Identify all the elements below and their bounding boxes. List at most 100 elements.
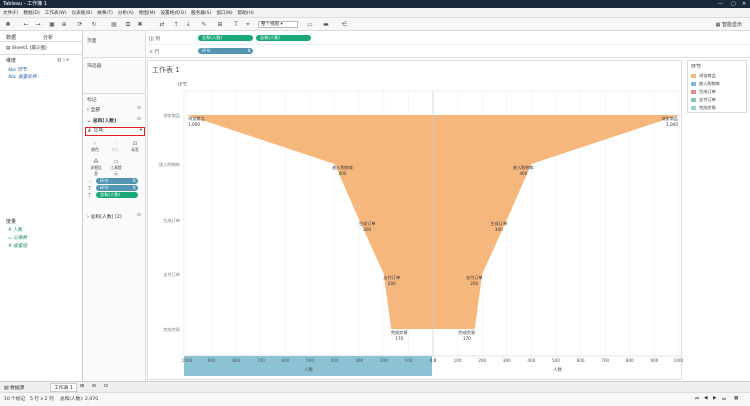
number-type-icon: # — [8, 244, 12, 249]
status-sum: 总和(人数): 2,070 — [60, 397, 99, 402]
label-button[interactable]: ⊡ 标签 — [129, 141, 141, 153]
measure-field[interactable]: # 度量值 — [8, 243, 27, 249]
new-datasource-icon[interactable]: ⊕ — [60, 21, 68, 28]
measure-field[interactable]: = 记录数 — [8, 235, 27, 241]
share-icon[interactable]: ⋲ — [340, 21, 348, 28]
nav-prev-icon[interactable]: ◀ — [704, 396, 708, 401]
color-button[interactable]: ⁘ 颜色 — [89, 141, 101, 153]
database-icon: ▤ — [6, 46, 11, 51]
sort-desc-icon[interactable]: ↓ — [184, 21, 192, 28]
undo-icon[interactable]: ← — [22, 21, 30, 28]
funnel-chart[interactable]: 环节浏览商品放入购物车生成订单支付订单完成交易浏览商品1,000浏览商品1,00… — [148, 61, 683, 381]
detail-button[interactable]: ⁂ 详细信息 — [89, 159, 103, 176]
highlight-icon[interactable]: ✎ — [200, 21, 208, 28]
clear-icon[interactable]: ✖ — [136, 21, 144, 28]
show-me-button[interactable]: ▦ 智能显示 — [716, 21, 742, 28]
menu-item[interactable]: 分析(A) — [118, 10, 134, 16]
nav-next-icon[interactable]: ▶ — [713, 396, 717, 401]
dimension-tools-icon[interactable]: ▥ ⌕ ▾ — [57, 57, 69, 63]
data-label-category: 放入购物车 — [513, 164, 534, 171]
legend-item[interactable]: 支付订单 — [691, 97, 716, 103]
dimension-field[interactable]: Abc 度量名称 — [8, 74, 36, 80]
tooltip-button[interactable]: ▭ 工具提示 — [109, 159, 123, 176]
menu-item[interactable]: 设置格式(O) — [160, 10, 186, 16]
redo-icon[interactable]: → — [34, 21, 42, 28]
columns-pill[interactable]: 总和(人数) — [198, 35, 253, 41]
sort-icon: ⇅ — [132, 185, 136, 190]
marks-card-sum[interactable]: ⌄ 总和(人数) — [87, 117, 116, 124]
data-label-category: 浏览商品 — [661, 115, 678, 122]
menu-item[interactable]: 仪表板(B) — [72, 10, 93, 16]
mark-type-select[interactable]: ◭ 区域 ▾ — [85, 127, 145, 136]
new-sheet-icon[interactable]: ▤ — [110, 21, 118, 28]
legend-item[interactable]: 生成订单 — [691, 89, 716, 95]
datasource-item[interactable]: ▤ Sheet1 (漏斗图) — [6, 45, 47, 51]
grid-view-icon[interactable]: ▦ — [734, 396, 738, 401]
status-bar: 10 个标记 5 行 x 2 列 总和(人数): 2,070 ⏮ ◀ ▶ ⏭ ▦ — [0, 392, 750, 406]
legend-title: 环节 — [691, 64, 702, 70]
minimize-icon[interactable]: — — [718, 0, 723, 8]
x-tick-label-right: 1000 — [674, 358, 683, 363]
mark-pill-label-shelf[interactable]: 环节 ⇅ — [96, 185, 138, 191]
pin-icon[interactable]: ⌖ — [244, 21, 252, 28]
tab-data[interactable]: 数据 — [6, 34, 16, 41]
color-button-label: 颜色 — [91, 147, 99, 152]
x-axis-title-left: 人数 — [304, 366, 313, 373]
dimension-field[interactable]: Abc 环节 — [8, 67, 27, 73]
new-dashboard-icon[interactable]: ⊟ — [92, 384, 96, 389]
menu-item[interactable]: 窗口(N) — [216, 10, 232, 16]
menu-bar: 文件(F) 数据(D) 工作表(W) 仪表板(B) 故事(T) 分析(A) 地图(M) 设置格… — [0, 8, 750, 18]
menu-item[interactable]: 故事(T) — [97, 10, 113, 16]
chevron-right-icon: › — [87, 215, 89, 220]
marks-card-sum-2[interactable]: › 总和(人数) (2) — [87, 213, 122, 220]
mark-pill-color[interactable]: 环节 ⇅ — [96, 178, 138, 184]
maximize-icon[interactable]: ▢ — [731, 0, 736, 8]
presentation-icon[interactable]: ▭ — [306, 21, 314, 28]
menu-item[interactable]: 帮助(H) — [238, 10, 254, 16]
sheet-tab[interactable]: 工作表 1 — [50, 383, 77, 392]
nav-first-icon[interactable]: ⏮ — [695, 396, 699, 402]
datasource-tab[interactable]: ▤ 数据源 — [4, 384, 24, 391]
measure-field[interactable]: # 人数 — [8, 227, 23, 233]
rows-pill[interactable]: 环节 ⇅ — [198, 48, 253, 54]
worksheet-view[interactable]: 工作表 1 环节 浏览商品 放入购物车 生成订单 支付订单 完成交易 浏览商品 1,000 浏览… — [147, 60, 683, 381]
size-button[interactable]: ◦ 大小 — [109, 141, 121, 153]
nav-last-icon[interactable]: ⏭ — [722, 396, 726, 402]
duplicate-icon[interactable]: ⧉ — [124, 21, 132, 28]
tooltip-icon[interactable]: ▬ — [322, 21, 330, 28]
close-icon[interactable]: ✕ — [742, 0, 746, 8]
data-label-category: 完成交易 — [391, 329, 408, 336]
measure-label: 记录数 — [13, 236, 28, 241]
pages-card-title: 页面 — [87, 39, 97, 44]
measure-label: 人数 — [13, 228, 23, 233]
tableau-logo-icon[interactable]: ✱ — [4, 21, 12, 28]
menu-item[interactable]: 工作表(W) — [45, 10, 67, 16]
pause-icon[interactable]: ⟳ — [76, 21, 84, 28]
mark-pill-measure[interactable]: 总和(人数) — [96, 192, 138, 198]
save-icon[interactable]: ▣ — [48, 21, 56, 28]
legend-item[interactable]: 放入购物车 — [691, 81, 720, 87]
label-icon[interactable]: T — [232, 21, 240, 28]
menu-item[interactable]: 文件(F) — [3, 10, 18, 16]
marks-all-row[interactable]: › 全部 — [87, 106, 100, 113]
sort-asc-icon[interactable]: ↑ — [172, 21, 180, 28]
menu-item[interactable]: 服务器(S) — [191, 10, 211, 16]
new-story-icon[interactable]: ⊡ — [104, 384, 108, 389]
view-size-select[interactable]: 整个视图 ▾ — [258, 21, 298, 28]
tab-analysis[interactable]: 分析 — [43, 34, 53, 41]
size-button-label: 大小 — [111, 147, 119, 152]
menu-item[interactable]: 地图(M) — [139, 10, 156, 16]
legend-item[interactable]: 浏览商品 — [691, 73, 716, 79]
menu-item[interactable]: 数据(D) — [23, 10, 39, 16]
swap-icon[interactable]: ⇄ — [158, 21, 166, 28]
legend-item[interactable]: 完成交易 — [691, 105, 716, 111]
new-worksheet-icon[interactable]: ⊞ — [80, 384, 84, 389]
legend-label: 放入购物车 — [699, 81, 720, 86]
marks-all-label: 全部 — [90, 108, 101, 113]
refresh-icon[interactable]: ↻ — [90, 21, 98, 28]
window-title: Tableau - 工作簿 1 — [3, 1, 47, 7]
columns-pill[interactable]: 总和(人数) — [256, 35, 311, 41]
area-mark-icon: ◭ — [88, 128, 92, 133]
group-icon[interactable]: ⊞ — [216, 21, 224, 28]
dropdown-arrow-icon: ▾ — [139, 128, 142, 133]
